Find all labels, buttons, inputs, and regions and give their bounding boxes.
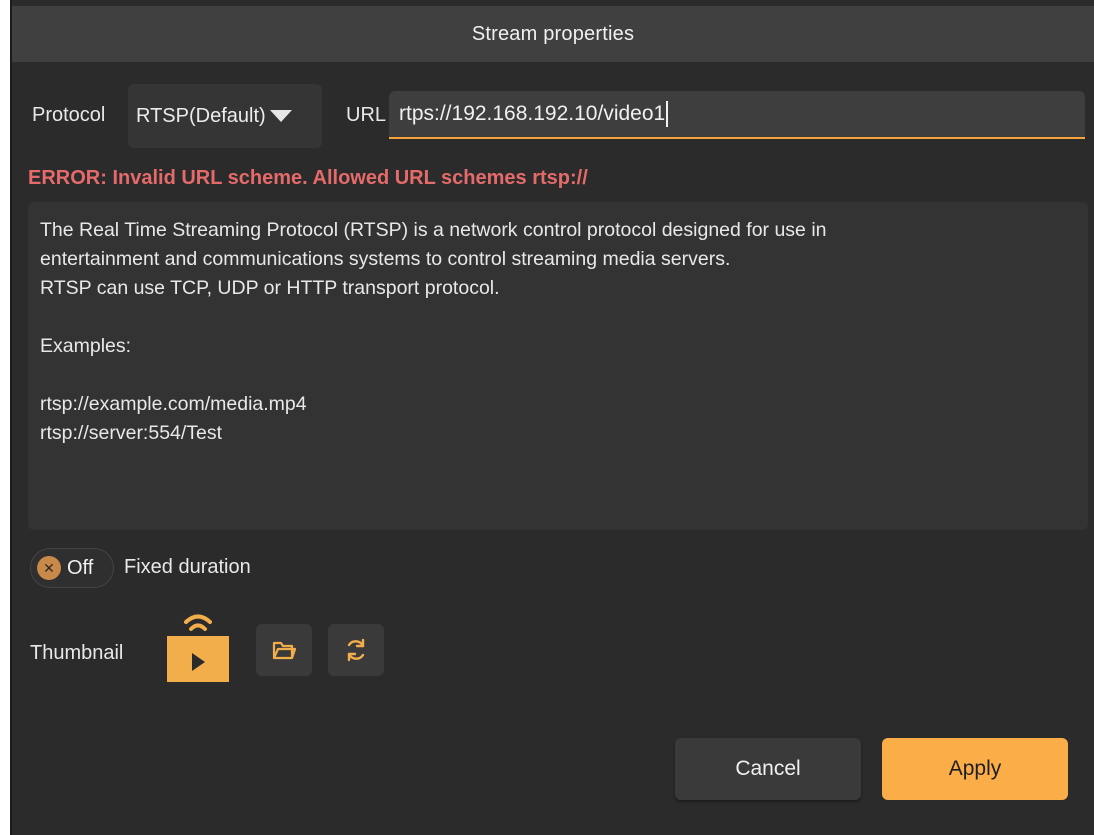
description-line: entertainment and communications systems… bbox=[40, 248, 731, 270]
url-input-value: rtps://192.168.192.10/video1 bbox=[399, 102, 666, 125]
protocol-description-box: The Real Time Streaming Protocol (RTSP) … bbox=[28, 202, 1088, 530]
text-cursor bbox=[666, 101, 669, 127]
refresh-thumbnail-button[interactable] bbox=[328, 624, 384, 676]
example-url: rtsp://example.com/media.mp4 bbox=[40, 393, 307, 415]
stream-properties-dialog: Stream properties Protocol RTSP(Default)… bbox=[0, 0, 1094, 835]
description-line: RTSP can use TCP, UDP or HTTP transport … bbox=[40, 277, 500, 299]
toggle-state-label: Off bbox=[67, 556, 94, 579]
description-line: The Real Time Streaming Protocol (RTSP) … bbox=[40, 219, 827, 241]
protocol-label: Protocol bbox=[32, 104, 106, 126]
refresh-icon bbox=[347, 638, 365, 662]
dialog-title: Stream properties bbox=[471, 22, 635, 45]
protocol-selected-value: RTSP(Default) bbox=[136, 104, 266, 127]
url-input[interactable]: rtps://192.168.192.10/video1 bbox=[389, 91, 1085, 139]
examples-heading: Examples: bbox=[40, 335, 132, 357]
apply-button[interactable]: Apply bbox=[882, 738, 1068, 800]
title-bar: Stream properties bbox=[12, 6, 1094, 62]
window-border bbox=[10, 0, 12, 835]
error-message: ERROR: Invalid URL scheme. Allowed URL s… bbox=[28, 167, 588, 189]
fixed-duration-toggle[interactable]: ✕ Off bbox=[30, 548, 114, 588]
thumbnail-label: Thumbnail bbox=[30, 642, 124, 664]
thumbnail-preview bbox=[164, 608, 232, 682]
fixed-duration-label: Fixed duration bbox=[124, 556, 251, 578]
open-folder-button[interactable] bbox=[256, 624, 312, 676]
description-line bbox=[40, 303, 1076, 332]
example-url: rtsp://server:554/Test bbox=[40, 422, 223, 444]
folder-open-icon bbox=[272, 641, 297, 660]
off-icon: ✕ bbox=[37, 556, 61, 580]
protocol-dropdown[interactable]: RTSP(Default) bbox=[128, 84, 322, 148]
chevron-down-icon bbox=[269, 110, 292, 122]
url-label: URL bbox=[346, 104, 387, 126]
stream-play-icon bbox=[167, 614, 229, 682]
description-line bbox=[40, 361, 1076, 390]
cancel-button[interactable]: Cancel bbox=[675, 738, 861, 800]
